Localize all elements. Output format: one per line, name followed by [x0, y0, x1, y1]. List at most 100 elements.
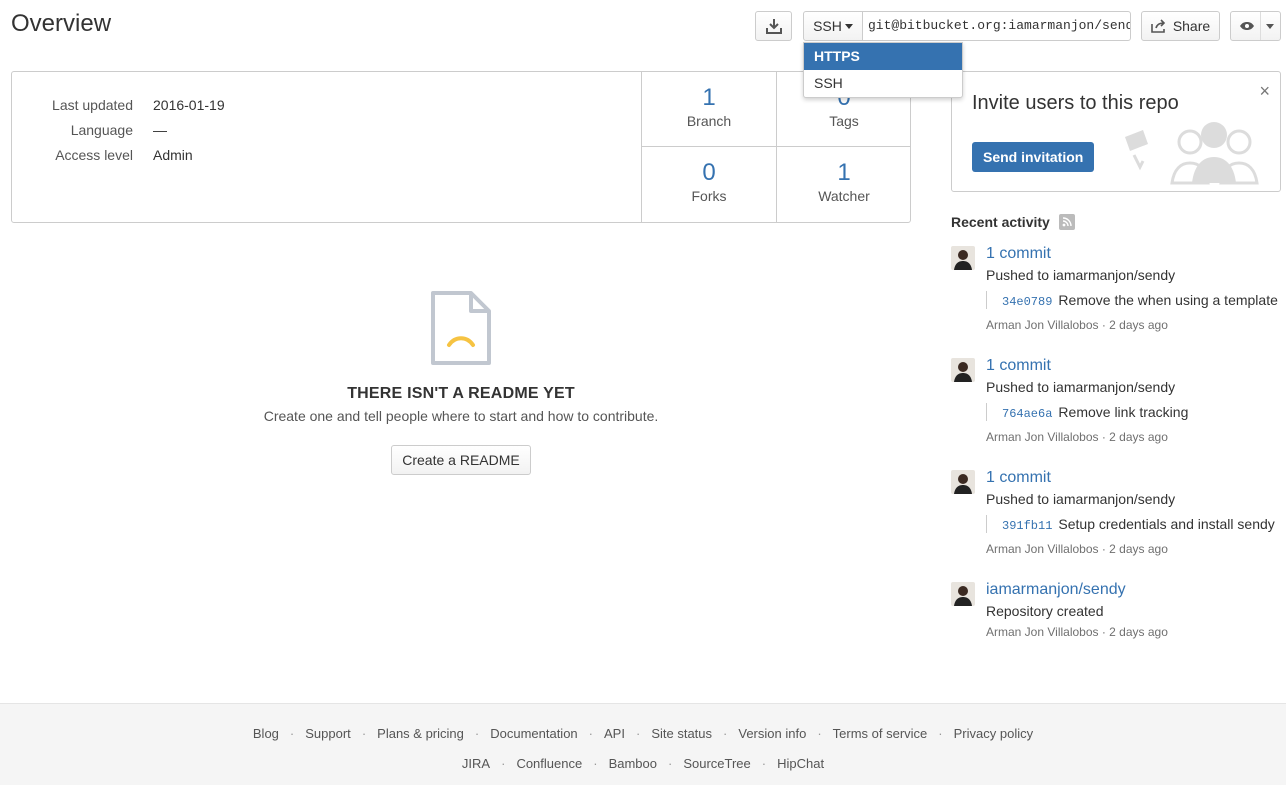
- readme-description: Create one and tell people where to star…: [263, 408, 659, 424]
- activity-item: 1 commit Pushed to iamarmanjon/sendy 34e…: [951, 244, 1286, 344]
- activity-text: Pushed to iamarmanjon/sendy: [986, 491, 1176, 507]
- commit-row: 34e0789 Remove the when using a template: [986, 291, 1286, 309]
- readme-file-icon: [431, 291, 491, 365]
- stat-label: Watcher: [818, 188, 870, 204]
- commit-message: Setup credentials and install sendy: [1058, 516, 1275, 532]
- activity-body: 1 commit Pushed to iamarmanjon/sendy 764…: [986, 356, 1286, 444]
- share-icon: [1151, 19, 1165, 33]
- clone-protocol-dropdown: HTTPS SSH: [803, 42, 963, 98]
- create-readme-button[interactable]: Create a README: [391, 445, 531, 475]
- commit-row: 764ae6a Remove link tracking: [986, 403, 1286, 421]
- stat-label: Forks: [691, 188, 727, 204]
- recent-activity-title: Recent activity: [951, 214, 1050, 230]
- footer-separator: ·: [593, 756, 598, 771]
- dropdown-option-https[interactable]: HTTPS: [804, 43, 962, 70]
- footer-separator: ·: [588, 726, 594, 741]
- activity-item: iamarmanjon/sendy Repository created Arm…: [951, 580, 1286, 644]
- meta-row-language: Language —: [12, 117, 225, 142]
- activity-text: Repository created: [986, 603, 1104, 619]
- stat-label: Tags: [829, 113, 859, 129]
- commit-message: Remove link tracking: [1058, 404, 1189, 420]
- activity-link[interactable]: 1 commit: [986, 244, 1286, 264]
- commit-hash[interactable]: 391fb11: [1002, 519, 1052, 533]
- avatar[interactable]: [951, 470, 975, 494]
- footer-link-version-info[interactable]: Version info: [738, 726, 806, 741]
- activity-link[interactable]: 1 commit: [986, 468, 1286, 488]
- meta-row-last-updated: Last updated 2016-01-19: [12, 92, 225, 117]
- stat-number: 0: [702, 159, 716, 186]
- footer-separator: ·: [474, 726, 480, 741]
- footer-link-jira[interactable]: JIRA: [462, 756, 490, 771]
- download-button[interactable]: [755, 11, 792, 41]
- recent-activity-header: Recent activity: [951, 214, 1075, 230]
- footer-separator: ·: [667, 756, 673, 771]
- download-icon: [765, 19, 782, 34]
- stat-branches[interactable]: 1 Branch: [641, 72, 776, 147]
- stat-label: Branch: [686, 113, 732, 129]
- footer-link-documentation[interactable]: Documentation: [490, 726, 577, 741]
- activity-text: Pushed to iamarmanjon/sendy: [986, 379, 1176, 395]
- watch-button[interactable]: [1230, 11, 1281, 41]
- watch-divider: [1260, 12, 1261, 40]
- clone-url-input[interactable]: git@bitbucket.org:iamarmanjon/sendy.git: [862, 11, 1131, 41]
- footer-link-confluence[interactable]: Confluence: [516, 756, 582, 771]
- readme-empty-state: THERE ISN'T A README YET Create one and …: [11, 290, 911, 475]
- activity-item: 1 commit Pushed to iamarmanjon/sendy 764…: [951, 356, 1286, 456]
- close-icon[interactable]: ×: [1259, 82, 1270, 100]
- activity-meta: Arman Jon Villalobos · 2 days ago: [986, 625, 1168, 639]
- footer-link-privacy[interactable]: Privacy policy: [954, 726, 1033, 741]
- footer-links-products: JIRA · Confluence · Bamboo · SourceTree · HipCha…: [0, 756, 1286, 771]
- activity-text: Pushed to iamarmanjon/sendy: [986, 267, 1176, 283]
- share-button[interactable]: Share: [1141, 11, 1220, 41]
- dropdown-option-ssh[interactable]: SSH: [804, 70, 962, 97]
- footer-link-site-status[interactable]: Site status: [651, 726, 712, 741]
- meta-row-access-level: Access level Admin: [12, 142, 225, 167]
- activity-link[interactable]: 1 commit: [986, 356, 1286, 376]
- meta-value: Admin: [153, 146, 193, 163]
- share-label: Share: [1172, 18, 1211, 34]
- activity-link[interactable]: iamarmanjon/sendy: [986, 580, 1286, 600]
- rss-icon[interactable]: [1058, 214, 1075, 230]
- footer-link-hipchat[interactable]: HipChat: [777, 756, 824, 771]
- readme-title: THERE ISN'T A README YET: [347, 385, 575, 402]
- avatar[interactable]: [951, 246, 975, 270]
- avatar[interactable]: [951, 358, 975, 382]
- footer-link-support[interactable]: Support: [305, 726, 351, 741]
- stat-number: 1: [702, 84, 716, 111]
- footer-separator: ·: [361, 726, 367, 741]
- footer-link-blog[interactable]: Blog: [253, 726, 279, 741]
- footer-link-bamboo[interactable]: Bamboo: [609, 756, 657, 771]
- activity-meta: Arman Jon Villalobos · 2 days ago: [986, 318, 1168, 332]
- caret-down-icon: [844, 23, 853, 29]
- footer-link-plans[interactable]: Plans & pricing: [377, 726, 464, 741]
- footer-links-primary: Blog · Support · Plans & pricing · Documentati…: [0, 726, 1286, 741]
- footer-link-api[interactable]: API: [604, 726, 625, 741]
- footer-separator: ·: [501, 756, 506, 771]
- footer-separator: ·: [761, 756, 767, 771]
- commit-row: 391fb11 Setup credentials and install sen…: [986, 515, 1286, 533]
- activity-body: 1 commit Pushed to iamarmanjon/sendy 34e…: [986, 244, 1286, 332]
- footer-separator: ·: [938, 726, 943, 741]
- footer-separator: ·: [817, 726, 822, 741]
- stat-watchers[interactable]: 1 Watcher: [776, 147, 911, 222]
- footer-link-sourcetree[interactable]: SourceTree: [683, 756, 750, 771]
- meta-value: —: [153, 121, 167, 138]
- footer-separator: ·: [289, 726, 295, 741]
- stat-forks[interactable]: 0 Forks: [641, 147, 776, 222]
- commit-message: Remove the when using a template: [1058, 292, 1278, 308]
- avatar[interactable]: [951, 582, 975, 606]
- commit-hash[interactable]: 34e0789: [1002, 295, 1052, 309]
- meta-label: Access level: [55, 146, 133, 163]
- send-invitation-button[interactable]: Send invitation: [972, 142, 1095, 172]
- repo-meta: Last updated 2016-01-19 Language — Acces…: [12, 92, 225, 167]
- footer-separator: ·: [723, 726, 728, 741]
- commit-hash[interactable]: 764ae6a: [1002, 407, 1052, 421]
- footer-separator: ·: [635, 726, 641, 741]
- activity-body: iamarmanjon/sendy Repository created Arm…: [986, 580, 1286, 639]
- invite-users-icon: [1125, 122, 1259, 185]
- meta-label: Language: [70, 121, 133, 138]
- stat-number: 1: [837, 159, 851, 186]
- page-title: Overview: [11, 10, 112, 37]
- footer-link-terms[interactable]: Terms of service: [833, 726, 928, 741]
- clone-protocol-button[interactable]: SSH: [803, 11, 863, 41]
